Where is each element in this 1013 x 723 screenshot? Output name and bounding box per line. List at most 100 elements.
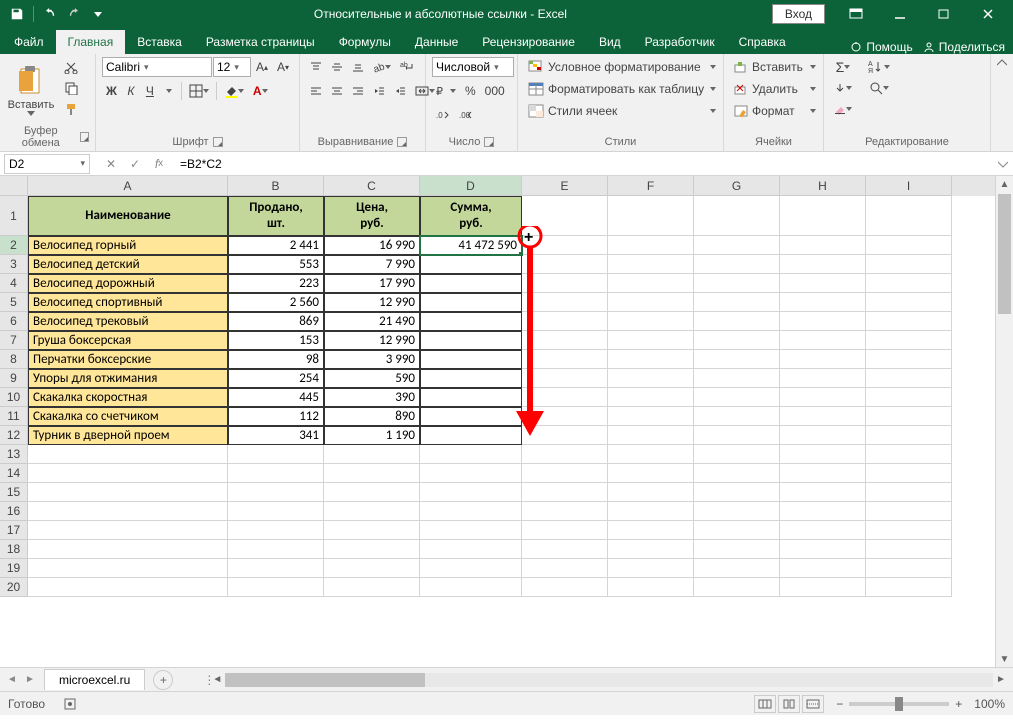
cell-H9[interactable] — [780, 369, 866, 388]
cell-I8[interactable] — [866, 350, 952, 369]
row-header-2[interactable]: 2 — [0, 236, 28, 255]
cell-D2[interactable]: 41 472 590 — [420, 236, 522, 255]
cell-E8[interactable] — [522, 350, 608, 369]
align-right-button[interactable] — [348, 81, 368, 101]
header-cell[interactable]: Цена,руб. — [324, 196, 420, 236]
cell-D11[interactable] — [420, 407, 522, 426]
cell-F12[interactable] — [608, 426, 694, 445]
cell-A15[interactable] — [28, 483, 228, 502]
cell-E17[interactable] — [522, 521, 608, 540]
cell-G15[interactable] — [694, 483, 780, 502]
cell-G12[interactable] — [694, 426, 780, 445]
underline-button[interactable]: Ч — [141, 81, 159, 101]
cell-G3[interactable] — [694, 255, 780, 274]
cell-I14[interactable] — [866, 464, 952, 483]
cell-B16[interactable] — [228, 502, 324, 521]
delete-cells-button[interactable]: Удалить — [730, 79, 820, 99]
font-dialog-launcher[interactable] — [213, 137, 223, 147]
cell-F10[interactable] — [608, 388, 694, 407]
cell-H4[interactable] — [780, 274, 866, 293]
maximize-button[interactable] — [925, 2, 963, 26]
format-cells-button[interactable]: Формат — [730, 101, 820, 121]
cell-C5[interactable]: 12 990 — [324, 293, 420, 312]
cell-G16[interactable] — [694, 502, 780, 521]
font-size-combo[interactable]: 12▾ — [213, 57, 251, 77]
cell-G6[interactable] — [694, 312, 780, 331]
cell-D8[interactable] — [420, 350, 522, 369]
row-header-11[interactable]: 11 — [0, 407, 28, 426]
cell-H8[interactable] — [780, 350, 866, 369]
cell-D9[interactable] — [420, 369, 522, 388]
cell-E19[interactable] — [522, 559, 608, 578]
share-button[interactable]: Поделиться — [923, 40, 1005, 54]
qat-customize-button[interactable] — [87, 3, 109, 25]
cell-H3[interactable] — [780, 255, 866, 274]
number-dialog-launcher[interactable] — [484, 137, 494, 147]
cell-G9[interactable] — [694, 369, 780, 388]
increase-decimal-button[interactable]: .0 — [432, 105, 454, 125]
sheet-nav-prev[interactable]: ◄ — [4, 672, 20, 688]
cell-I10[interactable] — [866, 388, 952, 407]
row-header-12[interactable]: 12 — [0, 426, 28, 445]
cell-B14[interactable] — [228, 464, 324, 483]
insert-cells-button[interactable]: Вставить — [730, 57, 820, 77]
cell-I3[interactable] — [866, 255, 952, 274]
zoom-level[interactable]: 100% — [974, 697, 1005, 711]
cell-F11[interactable] — [608, 407, 694, 426]
cell-D6[interactable] — [420, 312, 522, 331]
cell-G10[interactable] — [694, 388, 780, 407]
row-header-1[interactable]: 1 — [0, 196, 28, 236]
cell-D19[interactable] — [420, 559, 522, 578]
cell-H7[interactable] — [780, 331, 866, 350]
cell-I13[interactable] — [866, 445, 952, 464]
underline-dropdown[interactable] — [160, 81, 178, 101]
cell-I9[interactable] — [866, 369, 952, 388]
cell-E15[interactable] — [522, 483, 608, 502]
cell-H13[interactable] — [780, 445, 866, 464]
save-button[interactable] — [6, 3, 28, 25]
cell-D3[interactable] — [420, 255, 522, 274]
decrease-indent-button[interactable] — [369, 81, 389, 101]
cell-E10[interactable] — [522, 388, 608, 407]
format-painter-button[interactable] — [60, 99, 82, 119]
tab-page-layout[interactable]: Разметка страницы — [194, 30, 327, 54]
cell-B11[interactable]: 112 — [228, 407, 324, 426]
cell-G13[interactable] — [694, 445, 780, 464]
cell-F3[interactable] — [608, 255, 694, 274]
align-bottom-button[interactable] — [348, 57, 368, 77]
col-header-G[interactable]: G — [694, 176, 780, 196]
cell-C14[interactable] — [324, 464, 420, 483]
cell-G5[interactable] — [694, 293, 780, 312]
cell-H15[interactable] — [780, 483, 866, 502]
minimize-button[interactable] — [881, 2, 919, 26]
cell-B7[interactable]: 153 — [228, 331, 324, 350]
col-header-E[interactable]: E — [522, 176, 608, 196]
tell-me-button[interactable]: Помощь — [850, 40, 912, 54]
cell-B18[interactable] — [228, 540, 324, 559]
cell-E12[interactable] — [522, 426, 608, 445]
cell-I12[interactable] — [866, 426, 952, 445]
cell-B17[interactable] — [228, 521, 324, 540]
cell-D13[interactable] — [420, 445, 522, 464]
italic-button[interactable]: К — [122, 81, 140, 101]
cell-H17[interactable] — [780, 521, 866, 540]
cell-I16[interactable] — [866, 502, 952, 521]
col-header-D[interactable]: D — [420, 176, 522, 196]
cell-E11[interactable] — [522, 407, 608, 426]
clipboard-dialog-launcher[interactable] — [80, 132, 89, 142]
cell-I17[interactable] — [866, 521, 952, 540]
collapse-ribbon-button[interactable] — [991, 54, 1013, 151]
row-header-6[interactable]: 6 — [0, 312, 28, 331]
cell-C2[interactable]: 16 990 — [324, 236, 420, 255]
row-header-9[interactable]: 9 — [0, 369, 28, 388]
page-layout-view-button[interactable] — [778, 695, 800, 713]
row-header-3[interactable]: 3 — [0, 255, 28, 274]
cell-E16[interactable] — [522, 502, 608, 521]
cell-I20[interactable] — [866, 578, 952, 597]
header-cell[interactable]: Сумма,руб. — [420, 196, 522, 236]
cell-A3[interactable]: Велосипед детский — [28, 255, 228, 274]
cell-B6[interactable]: 869 — [228, 312, 324, 331]
row-header-17[interactable]: 17 — [0, 521, 28, 540]
cell-H19[interactable] — [780, 559, 866, 578]
cell-H10[interactable] — [780, 388, 866, 407]
